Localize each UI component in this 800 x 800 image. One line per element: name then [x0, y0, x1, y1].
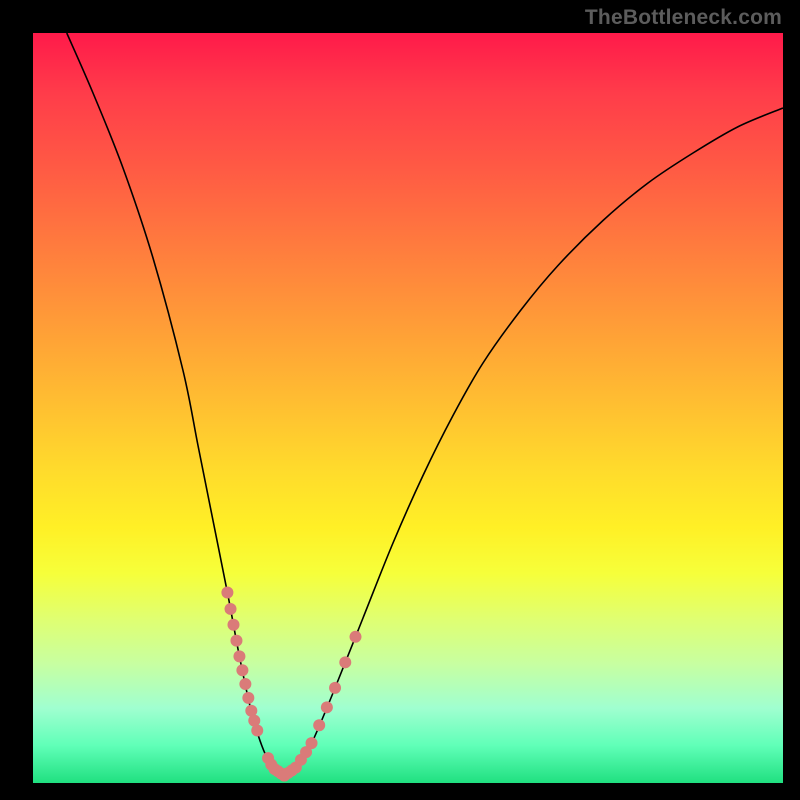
bead-marker	[239, 678, 251, 690]
bead-marker	[225, 603, 237, 615]
bead-marker	[339, 656, 351, 668]
bead-marker	[233, 650, 245, 662]
bead-marker	[251, 725, 263, 737]
bead-marker	[321, 701, 333, 713]
bead-marker	[350, 631, 362, 643]
chart-overlay	[0, 0, 800, 800]
bead-marker	[313, 719, 325, 731]
bead-marker	[221, 587, 233, 599]
bead-marker	[329, 682, 341, 694]
bead-marker	[242, 692, 254, 704]
bead-marker	[236, 664, 248, 676]
series-curve	[67, 33, 783, 776]
bead-marker	[306, 737, 318, 749]
bead-marker	[230, 635, 242, 647]
bead-marker	[227, 619, 239, 631]
chart-frame: TheBottleneck.com	[0, 0, 800, 800]
